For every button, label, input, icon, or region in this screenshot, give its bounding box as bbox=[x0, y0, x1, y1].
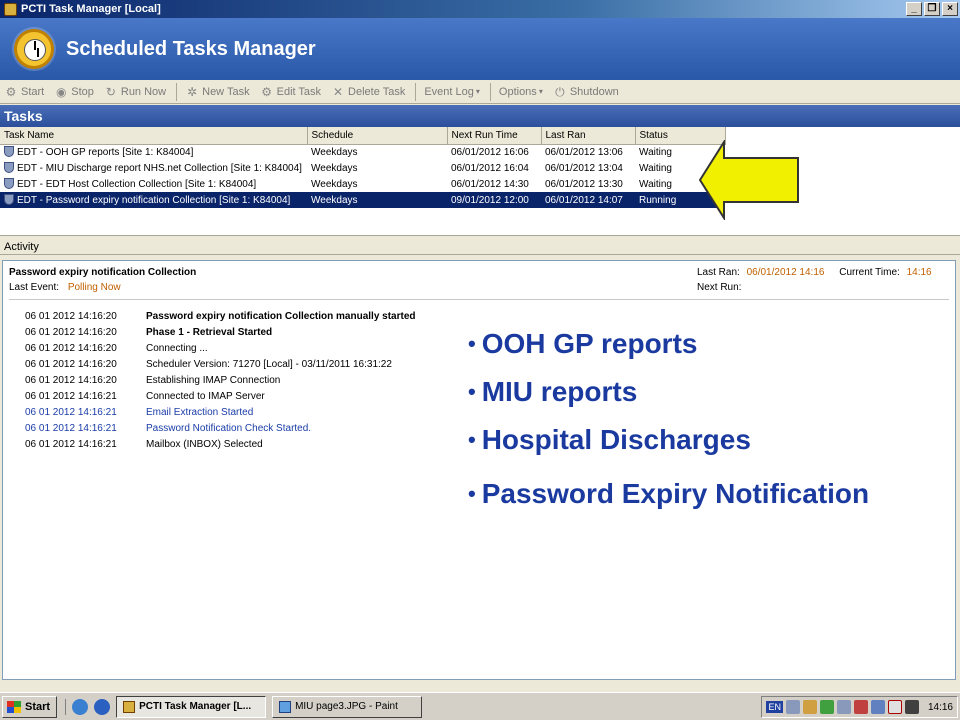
edit-task-icon: ⚙ bbox=[261, 84, 272, 99]
paint-icon bbox=[279, 700, 292, 713]
tray-icon[interactable] bbox=[819, 700, 834, 714]
log-entry: 06 01 2012 14:16:20 Establishing IMAP Con… bbox=[25, 374, 281, 386]
start-menu-button[interactable]: Start bbox=[2, 695, 58, 718]
activity-panel: Password expiry notification Collection … bbox=[2, 260, 956, 680]
tasks-table: Task Name Schedule Next Run Time Last Ra… bbox=[0, 127, 726, 208]
taskbar-item-paint[interactable]: MIU page3.JPG - Paint bbox=[272, 695, 423, 718]
tray-icon[interactable] bbox=[853, 700, 868, 714]
column-header-task-name[interactable]: Task Name bbox=[0, 127, 308, 145]
log-entry: 06 01 2012 14:16:21 Email Extraction Star… bbox=[25, 406, 254, 418]
annotation-bullet: • OOH GP reports bbox=[468, 328, 698, 359]
table-row[interactable]: EDT - OOH GP reports [Site 1: K84004] We… bbox=[0, 144, 725, 160]
minimize-button[interactable]: _ bbox=[906, 2, 922, 16]
stop-button[interactable]: ◉ Stop bbox=[54, 85, 94, 99]
chevron-down-icon: ▾ bbox=[538, 87, 543, 96]
tray-icon[interactable] bbox=[802, 700, 817, 714]
new-task-icon: ✲ bbox=[187, 84, 198, 99]
system-tray: EN 14:16 bbox=[761, 696, 958, 718]
edit-task-button[interactable]: ⚙ Edit Task bbox=[260, 85, 321, 99]
window-title: PCTI Task Manager [Local] bbox=[21, 3, 161, 15]
internet-explorer-icon[interactable] bbox=[94, 698, 111, 715]
annotation-bullet: • Password Expiry Notification bbox=[468, 478, 870, 509]
clock: 14:16 bbox=[927, 701, 953, 713]
event-log-menu[interactable]: Event Log ▾ bbox=[424, 86, 480, 98]
column-header-next-run[interactable]: Next Run Time bbox=[447, 127, 542, 145]
tray-icon[interactable] bbox=[887, 700, 902, 714]
tasks-table-area: Task Name Schedule Next Run Time Last Ra… bbox=[0, 127, 960, 235]
last-ran-value: 06/01/2012 14:16 bbox=[746, 267, 825, 278]
table-row[interactable]: EDT - EDT Host Collection Collection [Si… bbox=[0, 176, 725, 192]
activity-heading: Activity bbox=[0, 239, 960, 255]
activity-task-title: Password expiry notification Collection bbox=[9, 267, 197, 278]
arrow-annotation-icon bbox=[698, 140, 799, 220]
app-icon bbox=[4, 2, 17, 16]
current-time-label: Current Time: bbox=[839, 267, 900, 278]
gear-icon: ⚙ bbox=[5, 84, 17, 99]
app-icon bbox=[123, 700, 136, 713]
restore-button[interactable]: ❐ bbox=[924, 2, 940, 16]
log-entry: 06 01 2012 14:16:21 Password Notification… bbox=[25, 422, 312, 434]
tasks-heading: Tasks bbox=[0, 105, 960, 127]
language-indicator[interactable]: EN bbox=[766, 701, 783, 713]
new-task-button[interactable]: ✲ New Task bbox=[185, 84, 250, 99]
run-now-button[interactable]: ↻ Run Now bbox=[104, 85, 166, 99]
activity-summary: Password expiry notification Collection … bbox=[9, 267, 196, 293]
column-header-schedule[interactable]: Schedule bbox=[307, 127, 448, 145]
log-entry: 06 01 2012 14:16:20 Password expiry notif… bbox=[25, 310, 416, 322]
table-row[interactable]: EDT - MIU Discharge report NHS.net Colle… bbox=[0, 160, 725, 176]
annotation-bullet: • MIU reports bbox=[468, 376, 638, 407]
taskbar-item-task-manager[interactable]: PCTI Task Manager [L... bbox=[116, 695, 267, 718]
last-event-value: Polling Now bbox=[67, 282, 121, 293]
current-time-value: 14:16 bbox=[906, 267, 932, 278]
activity-log: 06 01 2012 14:16:20 Password expiry notif… bbox=[25, 308, 416, 452]
log-entry: 06 01 2012 14:16:20 Connecting ... bbox=[25, 342, 208, 354]
close-button[interactable]: × bbox=[942, 2, 958, 16]
divider bbox=[9, 299, 949, 300]
desktop-icon[interactable] bbox=[72, 698, 89, 715]
shield-icon bbox=[4, 178, 14, 189]
activity-times: Last Ran: 06/01/2012 14:16 Current Time:… bbox=[697, 267, 932, 293]
shield-icon bbox=[4, 162, 14, 173]
table-row-selected[interactable]: EDT - Password expiry notification Colle… bbox=[0, 192, 725, 208]
column-header-last-ran[interactable]: Last Ran bbox=[541, 127, 636, 145]
toolbar-divider bbox=[176, 82, 178, 101]
delete-task-button[interactable]: ✕ Delete Task bbox=[331, 85, 405, 99]
taskbar: Start PCTI Task Manager [L... MIU page3.… bbox=[0, 692, 960, 720]
page-title: Scheduled Tasks Manager bbox=[66, 37, 316, 60]
next-run-label: Next Run: bbox=[697, 282, 742, 293]
toolbar-divider bbox=[415, 82, 417, 101]
chevron-down-icon: ▾ bbox=[475, 87, 480, 96]
log-entry: 06 01 2012 14:16:21 Mailbox (INBOX) Selec… bbox=[25, 438, 263, 450]
delete-icon: ✕ bbox=[333, 84, 344, 99]
options-menu[interactable]: Options ▾ bbox=[499, 86, 543, 98]
start-button[interactable]: ⚙ Start bbox=[4, 84, 45, 99]
tray-icon[interactable] bbox=[836, 700, 851, 714]
run-icon: ↻ bbox=[105, 84, 116, 99]
last-event-label: Last Event: bbox=[9, 282, 60, 293]
stop-icon: ◉ bbox=[55, 84, 67, 99]
last-ran-label: Last Ran: bbox=[697, 267, 740, 278]
windows-logo-icon bbox=[7, 700, 21, 713]
toolbar-divider bbox=[489, 82, 491, 101]
tray-icon[interactable] bbox=[904, 700, 919, 714]
shield-icon bbox=[4, 194, 14, 205]
shutdown-button[interactable]: ⏻ Shutdown bbox=[553, 85, 619, 99]
tray-icon[interactable] bbox=[870, 700, 885, 714]
quick-launch bbox=[65, 698, 111, 715]
clock-icon bbox=[14, 29, 54, 69]
log-entry: 06 01 2012 14:16:20 Scheduler Version: 71… bbox=[25, 358, 392, 370]
window-title-bar: PCTI Task Manager [Local] _ ❐ × bbox=[0, 0, 960, 18]
log-entry: 06 01 2012 14:16:21 Connected to IMAP Ser… bbox=[25, 390, 265, 402]
toolbar: ⚙ Start ◉ Stop ↻ Run Now ✲ New Task ⚙ Edit Ta… bbox=[0, 80, 960, 104]
tray-icon[interactable] bbox=[785, 700, 800, 714]
header-banner: Scheduled Tasks Manager bbox=[0, 18, 960, 80]
annotation-bullet: • Hospital Discharges bbox=[468, 424, 751, 455]
shield-icon bbox=[4, 146, 14, 158]
power-icon: ⏻ bbox=[555, 84, 565, 99]
log-entry: 06 01 2012 14:16:20 Phase 1 - Retrieval S… bbox=[25, 326, 273, 338]
